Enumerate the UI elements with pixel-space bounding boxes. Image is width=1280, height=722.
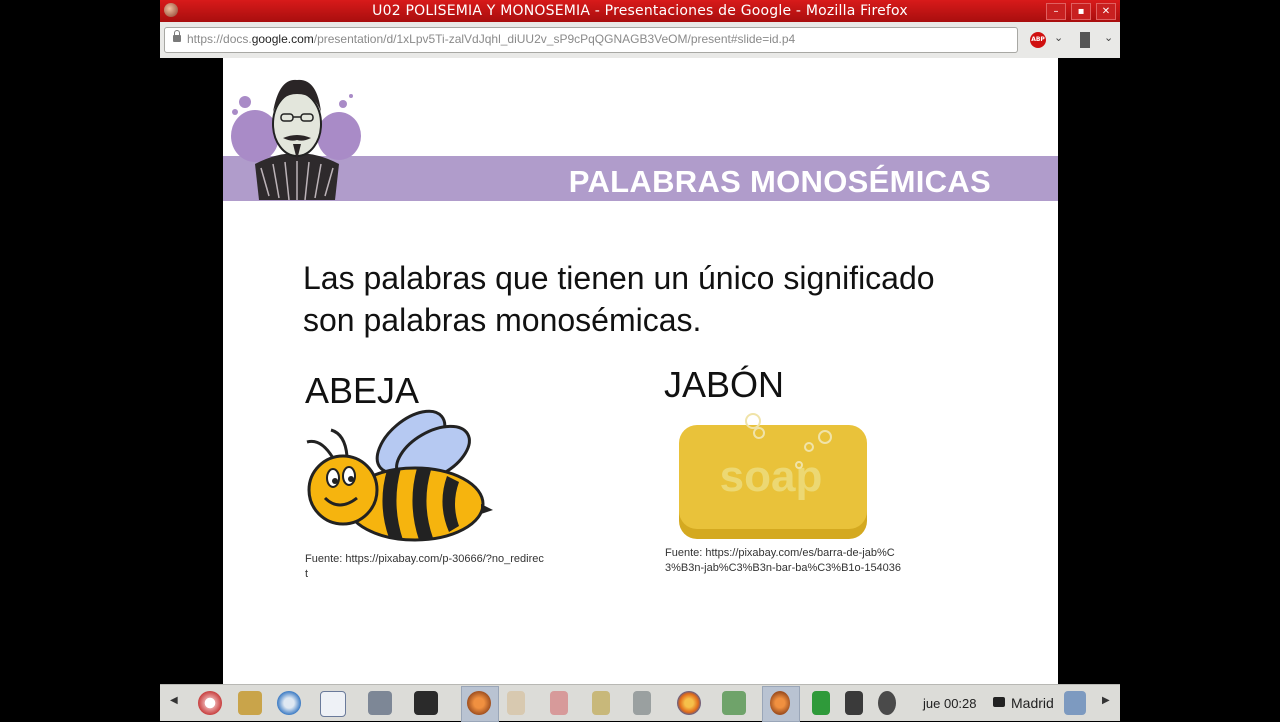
trash-icon[interactable] [1064, 691, 1086, 715]
slide[interactable]: PALABRAS MONOSÉMICAS Las palabras que ti… [223, 58, 1058, 684]
taskbar: ◀ jue 00:28 Madrid ▶ [160, 684, 1120, 722]
toolbar-menu-icon[interactable] [1080, 32, 1090, 48]
browser-launcher-icon[interactable] [277, 691, 301, 715]
window-icon-4[interactable] [633, 691, 651, 715]
slide-title: PALABRAS MONOSÉMICAS [568, 164, 991, 199]
lock-icon [173, 30, 181, 42]
window-icon-3[interactable] [592, 691, 610, 715]
body-line-2: son palabras monosémicas. [303, 302, 702, 338]
window-title: U02 POLISEMIA Y MONOSEMIA - Presentacion… [372, 3, 908, 19]
file-manager-icon[interactable] [238, 691, 262, 715]
chevron-down-icon[interactable]: ⌄ [1104, 31, 1113, 44]
text-editor-icon[interactable] [320, 691, 346, 717]
url-bar[interactable]: https://docs.google.com/presentation/d/1… [164, 27, 1018, 53]
close-button[interactable]: ✕ [1096, 3, 1116, 20]
soap-bar-image: soap [679, 413, 867, 539]
source-credit-soap: Fuente: https://pixabay.com/es/barra-de-… [665, 547, 902, 574]
taskbar-right-arrow-icon[interactable]: ▶ [1102, 695, 1110, 706]
weather-location[interactable]: Madrid [1011, 695, 1054, 711]
body-line-1: Las palabras que tienen un único signifi… [303, 260, 935, 296]
terminal-icon[interactable] [414, 691, 438, 715]
window-icon-1[interactable] [507, 691, 525, 715]
url-path: /presentation/d/1xLpv5Ti-zalVdJqhl_diUU2… [313, 32, 796, 46]
firefox-launcher-icon[interactable] [677, 691, 701, 715]
firefox-window-icon-2[interactable] [770, 691, 790, 715]
example-word-jabon: JABÓN [664, 364, 785, 405]
editor-launcher-icon[interactable] [722, 691, 746, 715]
source-credit-bee: Fuente: https://pixabay.com/p-30666/?no_… [305, 553, 544, 580]
navigation-toolbar: https://docs.google.com/presentation/d/1… [160, 22, 1120, 59]
url-text[interactable]: https://docs.google.com/presentation/d/1… [187, 32, 795, 46]
url-domain: google.com [251, 32, 314, 46]
browser-window: U02 POLISEMIA Y MONOSEMIA - Presentacion… [160, 0, 1120, 720]
firefox-window-icon[interactable] [467, 691, 491, 715]
volume-icon[interactable] [878, 691, 896, 715]
url-prefix: https://docs. [187, 32, 252, 46]
window-icon-2[interactable] [550, 691, 568, 715]
chevron-down-icon[interactable]: ⌄ [1054, 31, 1063, 44]
bee-image [306, 409, 493, 542]
title-bar[interactable]: U02 POLISEMIA Y MONOSEMIA - Presentacion… [160, 0, 1120, 22]
screenshot-tool-icon[interactable] [368, 691, 392, 715]
app-menu-icon[interactable] [198, 691, 222, 715]
minimize-button[interactable]: – [1046, 3, 1066, 20]
adblock-icon[interactable]: ABP [1030, 32, 1046, 48]
quevedo-portrait-image [231, 79, 361, 201]
taskbar-left-arrow-icon[interactable]: ◀ [170, 695, 178, 706]
network-icon[interactable] [845, 691, 863, 715]
slide-body-text: Las palabras que tienen un único signifi… [303, 257, 1023, 341]
presentation-viewer: PALABRAS MONOSÉMICAS Las palabras que ti… [160, 58, 1120, 684]
soap-embossed-text: soap [720, 452, 823, 501]
chat-icon[interactable] [993, 697, 1005, 707]
clock[interactable]: jue 00:28 [923, 696, 977, 711]
battery-icon[interactable] [812, 691, 830, 715]
maximize-button[interactable]: ▪ [1071, 3, 1091, 20]
